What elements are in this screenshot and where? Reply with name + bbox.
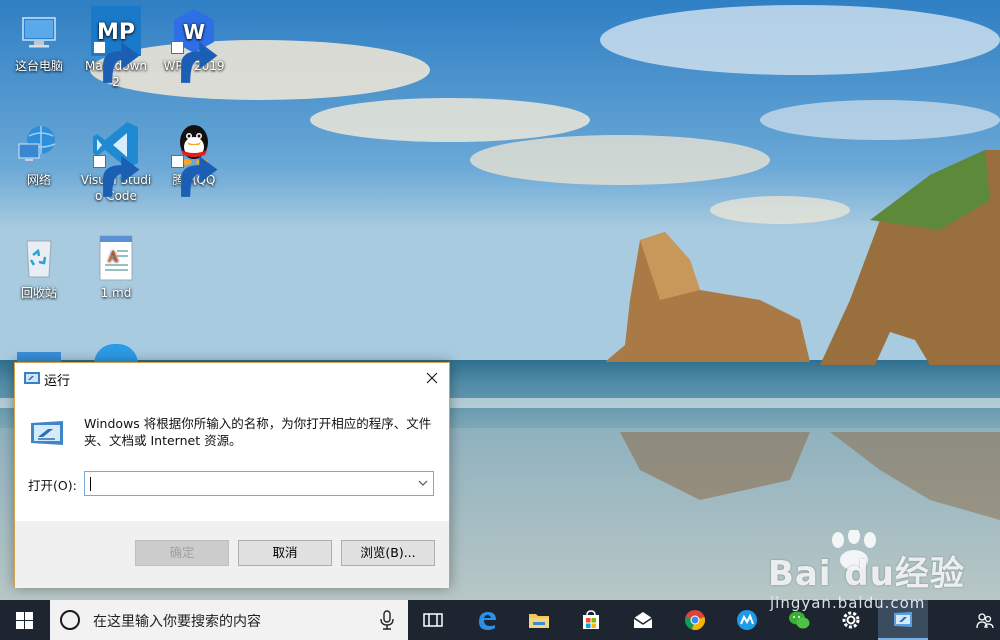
taskbar-store[interactable] [566,600,616,640]
markdownpad-icon: MP [91,6,141,83]
run-dialog[interactable]: 运行 Windows 将根据你所输入的名称，为你打开相应的程序、文件夹、文档或 … [14,362,450,588]
taskbar-chrome[interactable] [670,600,720,640]
shortcut-arrow-icon [171,41,218,83]
desktop-icon-label: 网络 [26,173,51,187]
chevron-down-icon[interactable] [417,477,429,489]
desktop-icon-this-pc[interactable]: 这台电脑 [3,6,75,74]
edge-icon [479,612,496,630]
qq-icon [169,120,219,197]
open-label: 打开(O): [28,478,77,493]
desktop-icon-label: 1.md [100,286,132,300]
shortcut-arrow-icon [171,155,218,197]
ok-button[interactable]: 确定 [135,540,229,566]
taskbar-file-explorer[interactable] [514,600,564,640]
chrome-icon [685,610,705,630]
desktop-icon-vscode[interactable]: Visual Studio Code [80,120,152,204]
dialog-titlebar[interactable]: 运行 [15,363,449,394]
cortana-icon [60,610,80,630]
watermark-brand: Bai du经验 [768,554,965,594]
close-button[interactable] [415,363,449,394]
windows-logo-icon [16,612,33,629]
run-program-icon [31,421,63,445]
desktop-icon-recycle-bin[interactable]: 回收站 [3,233,75,301]
taskbar-mail[interactable] [618,600,668,640]
desktop-icon-md-file[interactable]: A 1.md [80,233,152,301]
taskbar-search-box[interactable]: 在这里输入你要搜索的内容 [50,600,408,640]
task-view-button[interactable] [408,600,458,640]
search-placeholder: 在这里输入你要搜索的内容 [93,614,261,630]
this-pc-icon [14,6,64,56]
close-icon [426,372,438,384]
start-button[interactable] [0,600,50,640]
browse-button[interactable]: 浏览(B)... [341,540,435,566]
vscode-icon [91,120,141,197]
microphone-icon[interactable] [380,610,394,630]
open-input[interactable] [89,474,409,493]
desktop-icon-label: 回收站 [20,286,57,300]
app-icon [737,610,757,630]
network-icon [14,120,64,170]
shortcut-arrow-icon [93,155,140,197]
desktop-icon-network[interactable]: 网络 [3,120,75,188]
desktop-icon-qq[interactable]: 腾讯QQ [158,120,230,197]
store-icon [583,610,599,629]
cancel-button[interactable]: 取消 [238,540,332,566]
shortcut-arrow-icon [93,41,140,83]
mail-icon [633,612,653,628]
wps-icon: W [169,6,219,83]
md-file-icon: A [91,233,141,283]
taskbar-edge[interactable] [462,600,512,640]
dialog-footer: 确定 取消 浏览(B)... [15,521,449,588]
baidu-jingyan-watermark: Bai du经验 jingyan.baidu.com [762,530,992,612]
file-explorer-icon [529,614,549,628]
dialog-title: 运行 [44,374,71,389]
dialog-description: Windows 将根据你所输入的名称，为你打开相应的程序、文件夹、文档或 Int… [84,416,432,448]
watermark-url: jingyan.baidu.com [770,594,926,612]
desktop-icon-markdownpad[interactable]: MP Markdown 2 [80,6,152,90]
open-combobox[interactable] [84,471,434,496]
task-view-icon [423,613,443,627]
people-icon[interactable] [976,611,994,629]
desktop-icon-label: 这台电脑 [14,59,63,73]
recycle-bin-icon [14,233,64,283]
desktop-icon-wps[interactable]: W WPS 2019 [158,6,230,83]
run-icon [24,372,40,384]
svg-text:W: W [183,20,205,44]
